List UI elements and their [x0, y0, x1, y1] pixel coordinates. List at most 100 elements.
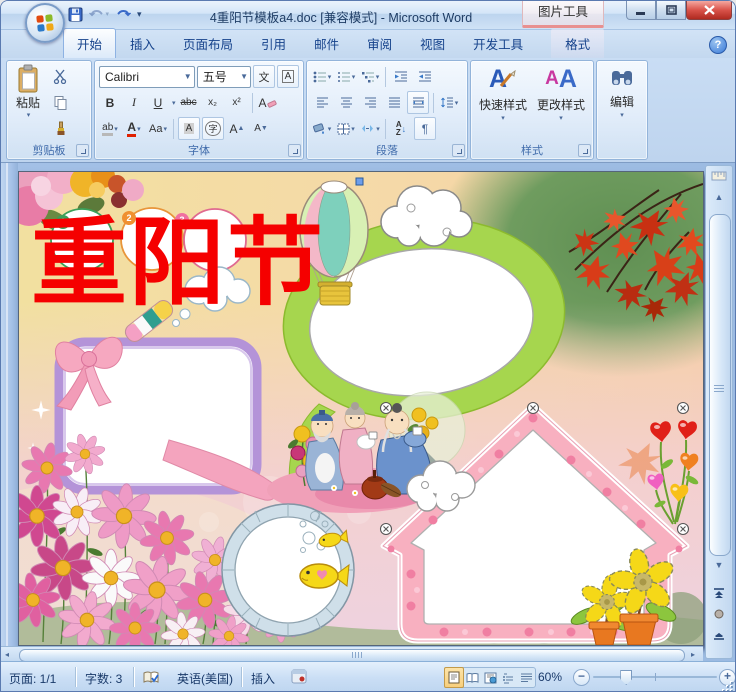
selection-handle-top[interactable] — [355, 177, 364, 186]
line-spacing-dropdown[interactable]: ▾ — [455, 99, 459, 107]
language-indicator[interactable]: 英语(美国) — [177, 670, 233, 687]
tab-page-layout[interactable]: 页面布局 — [169, 28, 247, 58]
italic-button[interactable]: I — [123, 91, 145, 114]
outline-view-button[interactable] — [499, 668, 517, 687]
strikethrough-button[interactable]: abc — [178, 91, 200, 114]
tab-references[interactable]: 引用 — [247, 28, 300, 58]
underline-button[interactable]: U — [147, 91, 169, 114]
superscript-button[interactable]: x² — [226, 91, 248, 114]
tab-developer[interactable]: 开发工具 — [459, 28, 537, 58]
asian-layout-button[interactable]: ▾ — [359, 117, 381, 140]
view-ruler-button[interactable] — [708, 169, 730, 188]
change-styles-dropdown[interactable]: ▾ — [559, 114, 563, 122]
justify-button[interactable] — [383, 91, 405, 114]
sort-button[interactable]: A Z ↓ — [390, 117, 412, 140]
tab-insert[interactable]: 插入 — [116, 28, 169, 58]
character-shading-button[interactable]: A — [178, 117, 200, 140]
paste-button[interactable]: 粘贴 ▾ — [7, 61, 49, 140]
tab-home[interactable]: 开始 — [63, 28, 117, 58]
bullets-dropdown[interactable]: ▾ — [328, 73, 332, 81]
highlight-dropdown[interactable]: ▾ — [114, 125, 118, 133]
borders-dropdown[interactable]: ▾ — [351, 125, 355, 133]
format-painter-button[interactable] — [49, 117, 71, 140]
minimize-button[interactable] — [626, 1, 656, 20]
multilevel-dropdown[interactable]: ▾ — [376, 73, 380, 81]
change-case-button[interactable]: Aa ▾ — [147, 117, 169, 140]
subscript-button[interactable]: x₂ — [202, 91, 224, 114]
scroll-up-arrow[interactable]: ▲ — [708, 192, 730, 202]
clear-formatting-button[interactable]: A — [257, 91, 279, 114]
font-size-dropdown[interactable]: ▼ — [236, 72, 248, 81]
undo-button[interactable]: ▾ — [89, 4, 109, 24]
draft-view-button[interactable] — [517, 668, 535, 687]
zoom-slider-thumb[interactable] — [620, 670, 633, 685]
circle-frames[interactable]: 1 2 3 — [50, 207, 247, 272]
numbering-dropdown[interactable]: ▾ — [352, 73, 356, 81]
zoom-out-button[interactable]: − — [573, 669, 590, 686]
word-count[interactable]: 字数: 3 — [85, 670, 122, 687]
horizontal-scrollbar[interactable]: ◂ ▸ — [1, 646, 703, 662]
shading-dropdown[interactable]: ▾ — [328, 125, 332, 133]
spellcheck-status[interactable] — [143, 670, 160, 688]
scroll-left-arrow[interactable]: ◂ — [5, 650, 9, 659]
scroll-right-arrow[interactable]: ▸ — [691, 650, 695, 659]
font-color-button[interactable]: A ▾ — [123, 117, 145, 140]
fullscreen-reading-view-button[interactable] — [463, 668, 481, 687]
next-page-button[interactable] — [708, 627, 730, 645]
tab-review[interactable]: 审阅 — [353, 28, 406, 58]
grow-font-button[interactable]: A ▲ — [226, 117, 248, 140]
asian-layout-dropdown[interactable]: ▾ — [376, 125, 380, 133]
font-name-combo[interactable]: Calibri ▼ — [99, 65, 195, 88]
paragraph-dialog-launcher[interactable] — [452, 144, 465, 157]
macro-recording-button[interactable] — [291, 669, 307, 687]
font-name-dropdown[interactable]: ▼ — [180, 72, 192, 81]
underline-dropdown[interactable]: ▾ — [172, 99, 176, 107]
quick-styles-dropdown[interactable]: ▾ — [501, 114, 505, 122]
page-indicator[interactable]: 页面: 1/1 — [9, 670, 56, 687]
resize-grip[interactable] — [720, 679, 733, 691]
shading-button[interactable]: ▾ — [311, 117, 333, 140]
cut-button[interactable] — [49, 65, 71, 88]
highlight-button[interactable]: ab ▾ — [99, 117, 121, 140]
bullets-button[interactable]: ▾ — [311, 65, 333, 88]
editing-button[interactable]: 编辑 ▾ — [605, 61, 639, 119]
tab-mailings[interactable]: 邮件 — [300, 28, 353, 58]
font-dialog-launcher[interactable] — [288, 144, 301, 157]
distributed-button[interactable] — [407, 91, 429, 114]
numbering-button[interactable]: ▾ — [335, 65, 357, 88]
vertical-scrollbar[interactable]: ▲ ▼ — [705, 165, 733, 659]
paste-dropdown[interactable]: ▾ — [27, 111, 31, 119]
enclose-characters-button[interactable]: 字 — [202, 117, 224, 140]
font-color-dropdown[interactable]: ▾ — [137, 125, 141, 133]
close-button[interactable] — [686, 1, 732, 20]
line-spacing-button[interactable]: ▾ — [438, 91, 460, 114]
restore-button[interactable] — [656, 1, 686, 20]
insert-mode-indicator[interactable]: 插入 — [251, 670, 275, 687]
clipboard-dialog-launcher[interactable] — [76, 144, 89, 157]
zoom-level[interactable]: 60% — [538, 670, 562, 684]
print-layout-view-button[interactable] — [444, 667, 464, 688]
qat-customize-button[interactable]: ▾ — [137, 9, 149, 20]
case-dropdown[interactable]: ▾ — [163, 125, 167, 133]
copy-button[interactable] — [49, 91, 71, 114]
quick-styles-button[interactable]: A 快速样式 ▾ — [474, 61, 532, 123]
help-button[interactable]: ? — [709, 36, 727, 54]
vertical-scroll-thumb[interactable] — [709, 214, 731, 556]
bold-button[interactable]: B — [99, 91, 121, 114]
document-page[interactable]: 1 2 3 重阳节 — [18, 171, 704, 646]
tab-format[interactable]: 格式 — [551, 28, 605, 58]
phonetic-guide-button[interactable]: 文 — [253, 65, 275, 88]
styles-dialog-launcher[interactable] — [578, 144, 591, 157]
align-right-button[interactable] — [359, 91, 381, 114]
editing-dropdown[interactable]: ▾ — [620, 111, 624, 119]
zoom-slider[interactable] — [593, 670, 717, 685]
show-hide-marks-button[interactable]: ¶ — [414, 117, 436, 140]
multilevel-list-button[interactable]: ▾ — [359, 65, 381, 88]
borders-button[interactable]: ▾ — [335, 117, 357, 140]
undo-dropdown[interactable]: ▾ — [105, 10, 109, 18]
web-layout-view-button[interactable] — [481, 668, 499, 687]
redo-button[interactable] — [113, 4, 133, 24]
change-styles-button[interactable]: A A 更改样式 ▾ — [532, 61, 590, 123]
decrease-indent-button[interactable] — [390, 65, 412, 88]
fish-circle-frame[interactable] — [221, 503, 355, 637]
